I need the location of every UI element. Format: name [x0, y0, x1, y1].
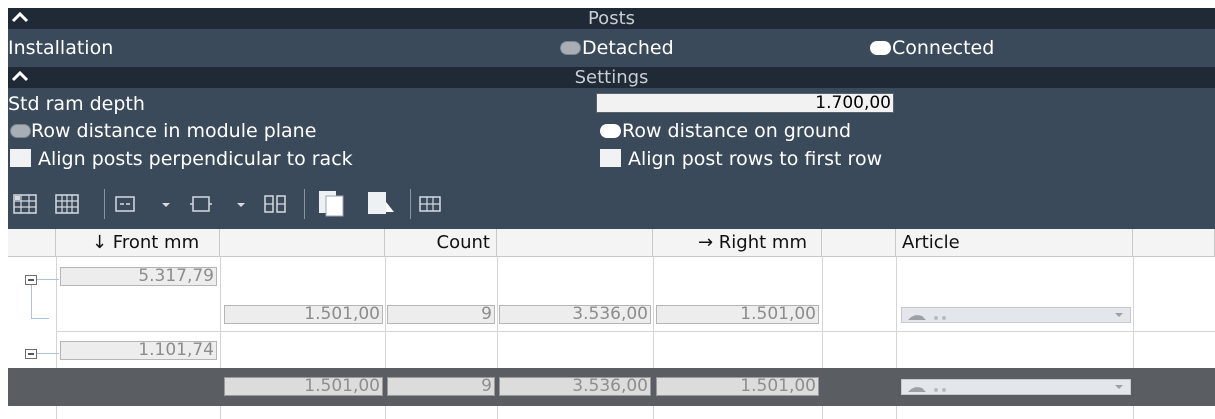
header-count[interactable]: Count [385, 229, 497, 257]
connected-label[interactable]: Connected [892, 37, 994, 59]
header-front-mm[interactable]: ↓ Front mm [56, 229, 220, 257]
posts-title: Posts [587, 8, 636, 29]
tree-connector [37, 279, 59, 280]
paste-icon[interactable] [364, 188, 396, 218]
front-mm-cell[interactable]: 5.317,79 [60, 267, 217, 286]
right-mm-cell[interactable]: 1.501,00 [656, 377, 819, 396]
value-cell[interactable]: 1.501,00 [224, 305, 383, 324]
grid-line [56, 331, 1215, 332]
toolbar-separator [410, 189, 411, 219]
tree-connector [31, 285, 32, 318]
row-distance-ground-label[interactable]: Row distance on ground [622, 120, 851, 142]
header-row-indicator [8, 229, 56, 257]
detached-radio[interactable] [560, 41, 581, 55]
installation-label: Installation [8, 37, 114, 59]
collapse-row-icon[interactable] [25, 275, 37, 285]
align-post-rows-label[interactable]: Align post rows to first row [628, 148, 882, 170]
article-icon [908, 387, 946, 392]
grid-icon[interactable] [12, 192, 38, 216]
toolbar-separator [104, 189, 105, 219]
rect-icon[interactable] [188, 192, 214, 216]
toolbar-separator [304, 189, 305, 219]
value-cell[interactable]: 1.501,00 [224, 377, 383, 396]
row-distance-module-plane-radio[interactable] [10, 124, 31, 138]
std-ram-depth-input[interactable]: 1.700,00 [596, 93, 894, 113]
dropdown-icon[interactable] [234, 192, 248, 216]
align-posts-perpendicular-checkbox[interactable] [10, 149, 31, 167]
settings-section-header: Settings [8, 67, 1215, 88]
columns-icon[interactable] [262, 192, 288, 216]
row-distance-ground-radio[interactable] [600, 124, 621, 138]
header-col-4[interactable] [497, 229, 653, 257]
posts-panel: Installation Detached Connected [8, 29, 1215, 67]
copy-icon[interactable] [316, 188, 346, 218]
align-posts-perpendicular-label[interactable]: Align posts perpendicular to rack [38, 148, 353, 170]
count-cell[interactable]: 9 [387, 305, 495, 324]
header-right-mm[interactable]: → Right mm [653, 229, 822, 257]
posts-section-header: Posts [8, 8, 1215, 29]
tree-connector [31, 318, 49, 319]
row-distance-module-plane-label[interactable]: Row distance in module plane [31, 120, 316, 142]
article-dropdown[interactable] [901, 307, 1131, 323]
chevron-down-icon[interactable] [1114, 383, 1124, 391]
count-cell[interactable]: 9 [387, 377, 495, 396]
front-mm-cell[interactable]: 1.101,74 [60, 341, 217, 360]
cells-icon[interactable] [418, 192, 442, 216]
article-dropdown[interactable] [901, 379, 1131, 395]
settings-title: Settings [574, 67, 649, 88]
article-icon [908, 315, 946, 320]
header-col-2[interactable] [220, 229, 385, 257]
connected-radio[interactable] [870, 41, 891, 55]
right-mm-cell[interactable]: 1.501,00 [656, 305, 819, 324]
posts-table: ↓ Front mm Count → Right mm Article 5.31… [8, 229, 1215, 419]
box-icon[interactable] [113, 192, 137, 216]
value-cell[interactable]: 3.536,00 [499, 305, 651, 324]
detached-label[interactable]: Detached [582, 37, 674, 59]
tree-connector [37, 353, 59, 354]
header-col-8[interactable] [1133, 229, 1215, 257]
header-col-6[interactable] [822, 229, 896, 257]
std-ram-depth-label: Std ram depth [8, 93, 145, 115]
chevron-down-icon[interactable] [1114, 311, 1124, 319]
collapse-row-icon[interactable] [25, 349, 37, 359]
align-post-rows-checkbox[interactable] [600, 149, 621, 167]
table-icon[interactable] [54, 192, 80, 216]
value-cell[interactable]: 3.536,00 [499, 377, 651, 396]
header-article[interactable]: Article [896, 229, 1133, 257]
dropdown-icon[interactable] [159, 192, 173, 216]
toolbar [8, 180, 1215, 229]
